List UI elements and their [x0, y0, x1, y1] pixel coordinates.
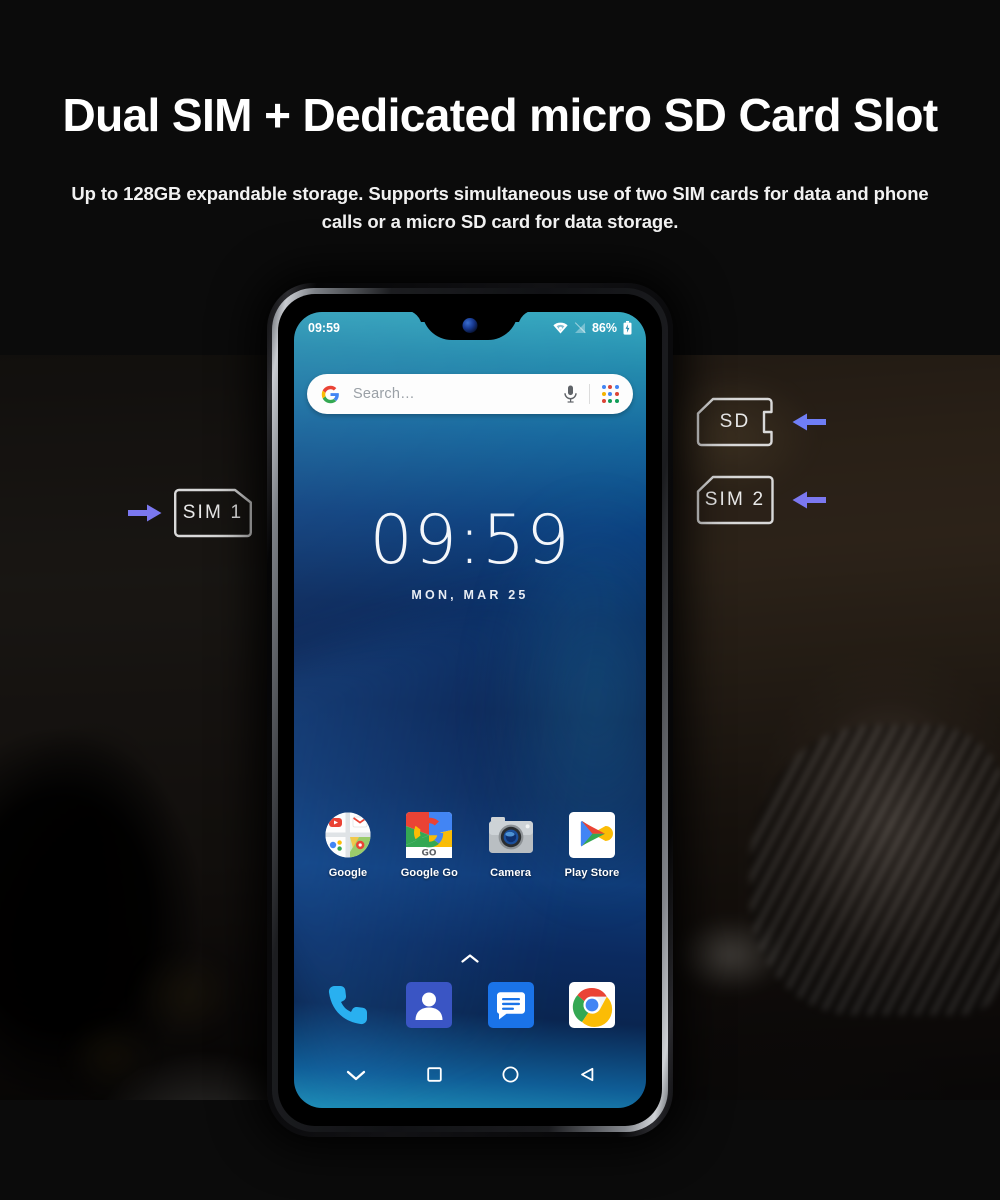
phone-bezel: 09:59 86% Search… 09:59 MON, MAR 25 Goog…: [278, 294, 662, 1126]
sim2-label: SIM 2: [704, 489, 766, 510]
arrow-left-icon: [792, 491, 826, 509]
search-divider: [588, 384, 590, 404]
app-label: Camera: [490, 867, 532, 879]
dock-contacts[interactable]: [393, 982, 465, 1028]
sim2-card-graphic: SIM 2: [694, 474, 776, 526]
app-label: Google: [328, 867, 368, 879]
dock-chrome[interactable]: [556, 982, 628, 1028]
status-bar: 09:59 86%: [294, 312, 646, 344]
app-google[interactable]: Google: [312, 812, 384, 879]
home-circle-icon[interactable]: [502, 1066, 519, 1088]
sim1-label: SIM 1: [182, 502, 244, 523]
phone-dialer-icon: [325, 982, 371, 1028]
sim1-card-graphic: SIM 1: [172, 487, 254, 539]
app-play-store[interactable]: Play Store: [556, 812, 628, 879]
battery-icon: [623, 321, 632, 335]
google-search-bar[interactable]: Search…: [307, 374, 633, 414]
smartphone-mockup: 09:59 86% Search… 09:59 MON, MAR 25 Goog…: [267, 283, 673, 1137]
clock-widget[interactable]: 09:59 MON, MAR 25: [294, 501, 646, 603]
back-triangle-icon[interactable]: [580, 1067, 594, 1087]
contacts-icon: [406, 982, 453, 1028]
app-drawer-indicator[interactable]: [294, 950, 646, 968]
app-label: Play Store: [564, 867, 620, 879]
status-time: 09:59: [308, 321, 340, 335]
page-title: Dual SIM + Dedicated micro SD Card Slot: [62, 89, 938, 141]
google-go-icon: GO: [406, 812, 453, 859]
dock-phone[interactable]: [312, 982, 384, 1028]
clock-time: 09:59: [369, 501, 571, 580]
google-g-icon: [321, 385, 339, 403]
chevron-up-icon: [461, 954, 479, 963]
clock-date: MON, MAR 25: [411, 588, 529, 602]
arrow-left-icon: [792, 413, 826, 431]
google-apps-grid-icon[interactable]: [601, 385, 619, 403]
svg-text:GO: GO: [422, 849, 437, 859]
google-folder-icon: [325, 812, 371, 858]
app-label: Google Go: [400, 867, 458, 879]
microphone-icon[interactable]: [564, 385, 577, 403]
dock-row: [312, 982, 628, 1028]
phone-screen[interactable]: 09:59 86% Search… 09:59 MON, MAR 25 Goog…: [294, 312, 646, 1108]
play-store-icon: [568, 812, 615, 858]
recents-square-icon[interactable]: [427, 1067, 442, 1087]
search-input[interactable]: Search…: [353, 386, 564, 402]
app-google-go[interactable]: GO Google Go: [393, 812, 465, 879]
android-nav-bar: [294, 1056, 646, 1098]
dock-messages[interactable]: [475, 982, 547, 1028]
callout-sim2: SIM 2: [694, 474, 826, 526]
status-icons: 86%: [553, 321, 632, 335]
callout-sim1: SIM 1: [128, 487, 254, 539]
sd-card-graphic: SD: [694, 396, 776, 448]
no-signal-icon: [574, 322, 586, 334]
battery-percent: 86%: [591, 321, 617, 335]
wifi-icon: [553, 322, 568, 334]
messages-icon: [487, 982, 534, 1028]
page-subtitle: Up to 128GB expandable storage. Supports…: [71, 183, 929, 232]
chevron-down-icon[interactable]: [346, 1068, 366, 1086]
home-app-row: Google GO Google Go Camera Play Store: [312, 812, 628, 879]
camera-icon: [488, 812, 534, 858]
app-camera[interactable]: Camera: [475, 812, 547, 879]
callout-sd: SD: [694, 396, 826, 448]
chrome-icon: [568, 982, 615, 1028]
arrow-right-icon: [128, 504, 162, 522]
sd-label: SD: [719, 411, 751, 432]
